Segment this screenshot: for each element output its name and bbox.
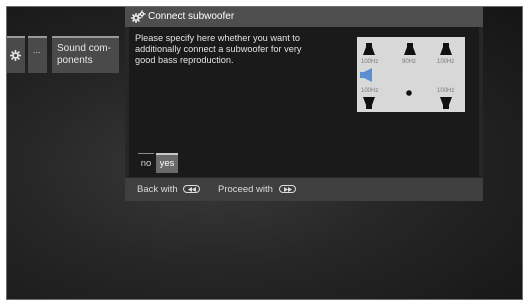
- menu-sound-components-tile[interactable]: Sound com-ponents: [52, 36, 119, 73]
- listener-position-icon: [406, 90, 412, 96]
- rear-left-speaker-icon: [363, 97, 375, 109]
- center-freq: 90Hz: [402, 59, 417, 65]
- gears-icon: [131, 10, 146, 23]
- rear-right-speaker-icon: [440, 97, 452, 109]
- gear-icon: [10, 50, 21, 61]
- rear-right-freq: 100Hz: [437, 88, 455, 94]
- menu-settings-tile[interactable]: [7, 36, 25, 73]
- speaker-layout-diagram: 100Hz 90Hz 100Hz 100Hz 100Hz: [357, 37, 465, 112]
- dialog-footer: Back with Proceed with: [125, 178, 483, 201]
- option-no-button[interactable]: no: [138, 153, 154, 173]
- dialog-message: Please specify here whether you want to …: [135, 33, 302, 65]
- rewind-key-icon: [183, 185, 201, 194]
- connect-subwoofer-dialog: Connect subwoofer Please specify here wh…: [125, 7, 483, 201]
- menu-sound-components-label: Sound com-ponents: [57, 43, 111, 66]
- front-right-speaker-icon: [440, 43, 452, 55]
- back-hint[interactable]: Back with: [137, 184, 201, 195]
- dialog-title: Connect subwoofer: [148, 11, 235, 22]
- proceed-hint[interactable]: Proceed with: [218, 184, 296, 195]
- proceed-label: Proceed with: [218, 184, 273, 195]
- center-speaker-icon: [404, 43, 416, 55]
- back-label: Back with: [137, 184, 178, 195]
- menu-ellipsis-label: ...: [33, 45, 41, 55]
- front-left-freq: 100Hz: [361, 59, 379, 65]
- fast-forward-key-icon: [278, 185, 296, 194]
- menu-ellipsis-tile[interactable]: ...: [28, 36, 47, 73]
- rear-left-freq: 100Hz: [361, 88, 379, 94]
- front-right-freq: 100Hz: [437, 59, 455, 65]
- dialog-header: Connect subwoofer: [125, 7, 483, 27]
- subwoofer-speaker-icon: [360, 68, 372, 82]
- dialog-body: Please specify here whether you want to …: [129, 27, 479, 177]
- option-yes-button[interactable]: yes: [156, 153, 178, 173]
- tv-screen: ... Sound com-ponents Connect subwoofer …: [6, 6, 523, 300]
- front-left-speaker-icon: [363, 43, 375, 55]
